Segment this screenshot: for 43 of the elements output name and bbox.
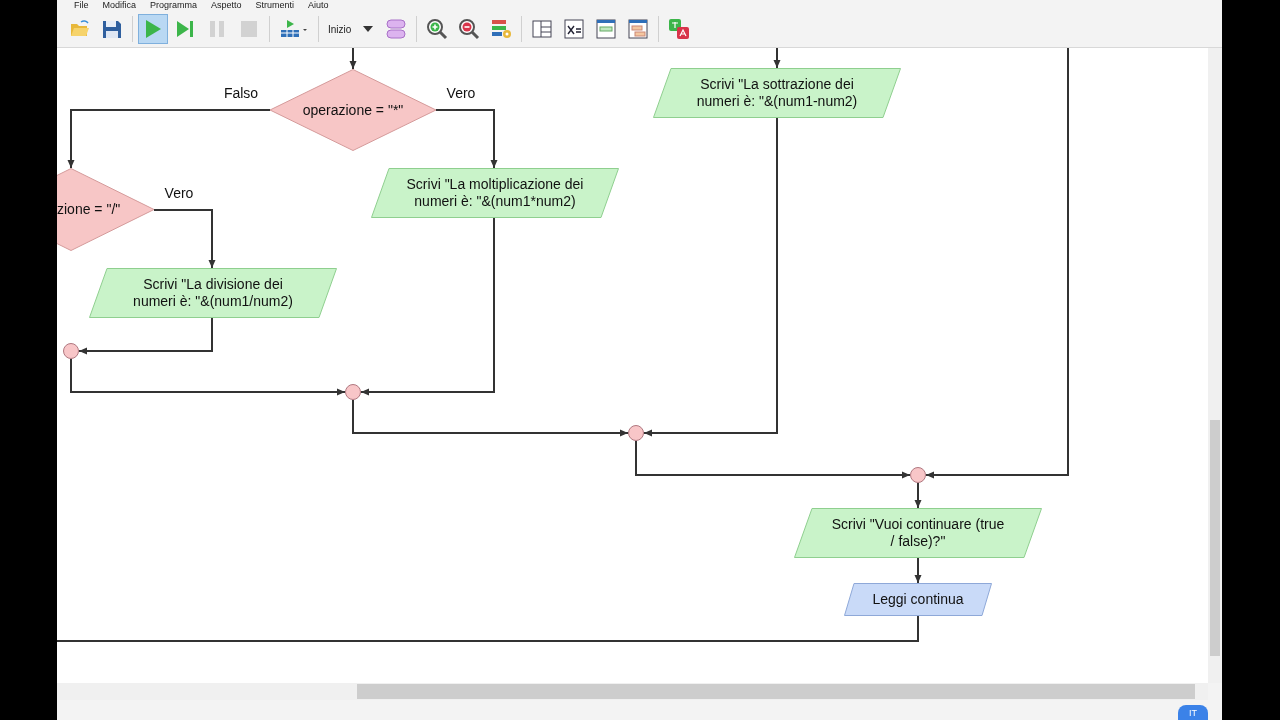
connector-arrow xyxy=(914,482,922,509)
menu-item[interactable]: File xyxy=(67,0,96,11)
stop-icon xyxy=(238,18,260,40)
step-forward-icon xyxy=(174,18,196,40)
junction-circle xyxy=(910,467,926,483)
output-block: Scrivi "La divisione dei numeri è: "&(num1/num2) xyxy=(89,268,337,318)
connector-arrow xyxy=(914,557,922,584)
decision-block: operazione = "*" xyxy=(270,69,436,151)
connector-arrow xyxy=(435,109,498,169)
language-badge[interactable]: IT xyxy=(1178,705,1208,720)
play-button[interactable] xyxy=(138,14,168,44)
branch-label: Falso xyxy=(223,85,259,101)
connector-arrow xyxy=(349,48,357,70)
zoom-in-icon xyxy=(426,18,449,40)
menu-item[interactable]: Programma xyxy=(143,0,205,11)
console-window-icon xyxy=(595,18,618,40)
scrollbar-thumb[interactable] xyxy=(357,684,1195,699)
junction-circle xyxy=(345,384,361,400)
input-block: Leggi continua xyxy=(844,583,992,616)
color-bars-gear-icon xyxy=(490,18,513,40)
scrollbar-thumb[interactable] xyxy=(1210,420,1220,656)
start-dropdown[interactable]: Inizio xyxy=(324,14,380,44)
menu-item[interactable]: Strumenti xyxy=(248,0,302,11)
translate-icon xyxy=(668,18,691,40)
junction-circle xyxy=(628,425,644,441)
output-block: Scrivi "Vuoi continuare (true / false)?" xyxy=(794,508,1042,558)
menu-item[interactable]: Aspetto xyxy=(204,0,249,11)
menu-item[interactable]: Aiuto xyxy=(301,0,336,11)
connector-arrow xyxy=(153,209,216,269)
output-block: Scrivi "La moltiplicazione dei numeri è: "&(num1*num2) xyxy=(371,168,619,218)
junction-circle xyxy=(63,343,79,359)
zoom-out-icon xyxy=(458,18,481,40)
run-options-icon xyxy=(279,18,309,40)
menu-item[interactable]: Modifica xyxy=(95,0,144,11)
branch-label: Vero xyxy=(164,185,194,201)
code-window-icon xyxy=(627,18,650,40)
decision-block: zione = "/" xyxy=(57,168,154,251)
panel-layout-icon xyxy=(531,18,554,40)
variables-window-icon xyxy=(563,18,586,40)
output-block: Scrivi "La sottrazione dei numeri è: "&(num1-num2) xyxy=(653,68,901,118)
branch-label: Vero xyxy=(446,85,476,101)
rounded-shapes-icon xyxy=(385,18,408,40)
connector-arrow xyxy=(773,48,781,69)
